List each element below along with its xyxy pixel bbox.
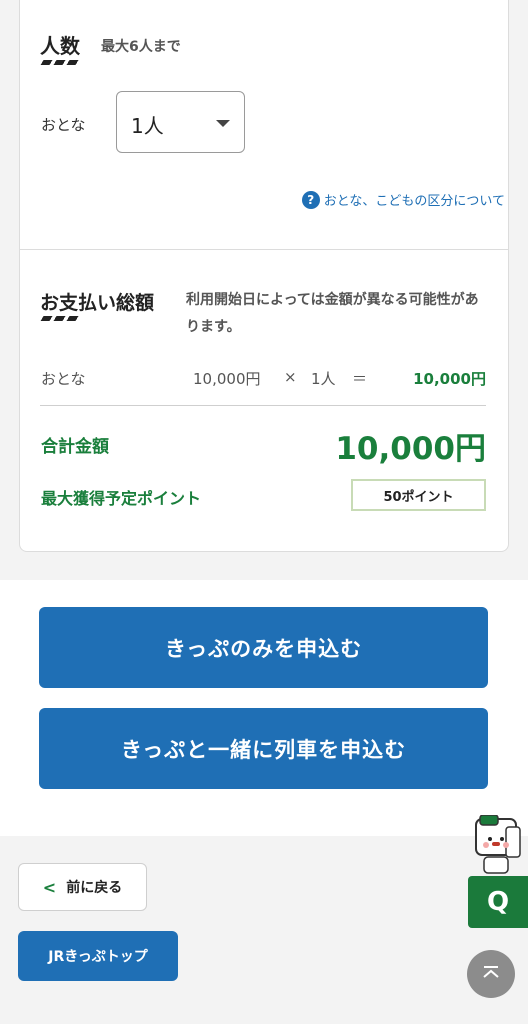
adult-label: おとな [41, 116, 86, 134]
q-help-button[interactable]: Q [468, 876, 528, 928]
points-badge: 50ポイント [351, 479, 486, 511]
scroll-to-top-button[interactable] [467, 950, 515, 998]
adult-count-select[interactable]: 1人 [116, 91, 245, 153]
order-card [19, 0, 509, 552]
title-underline [40, 316, 82, 321]
people-title: 人数 [40, 34, 80, 58]
title-underline [40, 60, 82, 65]
calc-row-label: おとな [41, 370, 86, 388]
back-button[interactable]: < 前に戻る [18, 863, 147, 911]
mascot-icon[interactable] [468, 815, 528, 881]
total-label: 合計金額 [41, 437, 109, 457]
page: 人数 最大6人まで おとな 1人 ? おとな、こどもの区分について お支払い総額… [0, 0, 528, 1024]
people-subtitle: 最大6人まで [101, 39, 181, 55]
section-divider [20, 249, 508, 250]
total-value: 10,000円 [335, 431, 486, 467]
apply-ticket-only-button[interactable]: きっぷのみを申込む [39, 607, 488, 688]
jr-ticket-top-button[interactable]: JRきっぷトップ [18, 931, 178, 981]
points-label: 最大獲得予定ポイント [41, 489, 202, 508]
calc-unit-price: 10,000円 [193, 370, 261, 388]
calc-equals: ＝ [352, 370, 368, 388]
calc-row-total: 10,000円 [413, 370, 486, 388]
apply-ticket-with-train-button[interactable]: きっぷと一緒に列車を申込む [39, 708, 488, 789]
back-button-label: 前に戻る [66, 880, 123, 896]
chevron-left-icon: < [42, 877, 57, 897]
payment-title: お支払い総額 [40, 292, 155, 314]
arrow-up-icon [483, 966, 499, 978]
age-category-help-link[interactable]: ? おとな、こどもの区分について [301, 190, 505, 209]
calc-divider [40, 405, 486, 406]
calc-times: × [284, 368, 297, 386]
calc-qty: 1人 [311, 370, 336, 388]
adult-count-value: 1人 [131, 114, 164, 138]
help-link-text: おとな、こどもの区分について [323, 194, 505, 209]
question-icon: ? [301, 190, 320, 209]
caret-down-icon [216, 120, 230, 127]
payment-note: 利用開始日によっては金額が異なる可能性があります。 [186, 292, 479, 335]
